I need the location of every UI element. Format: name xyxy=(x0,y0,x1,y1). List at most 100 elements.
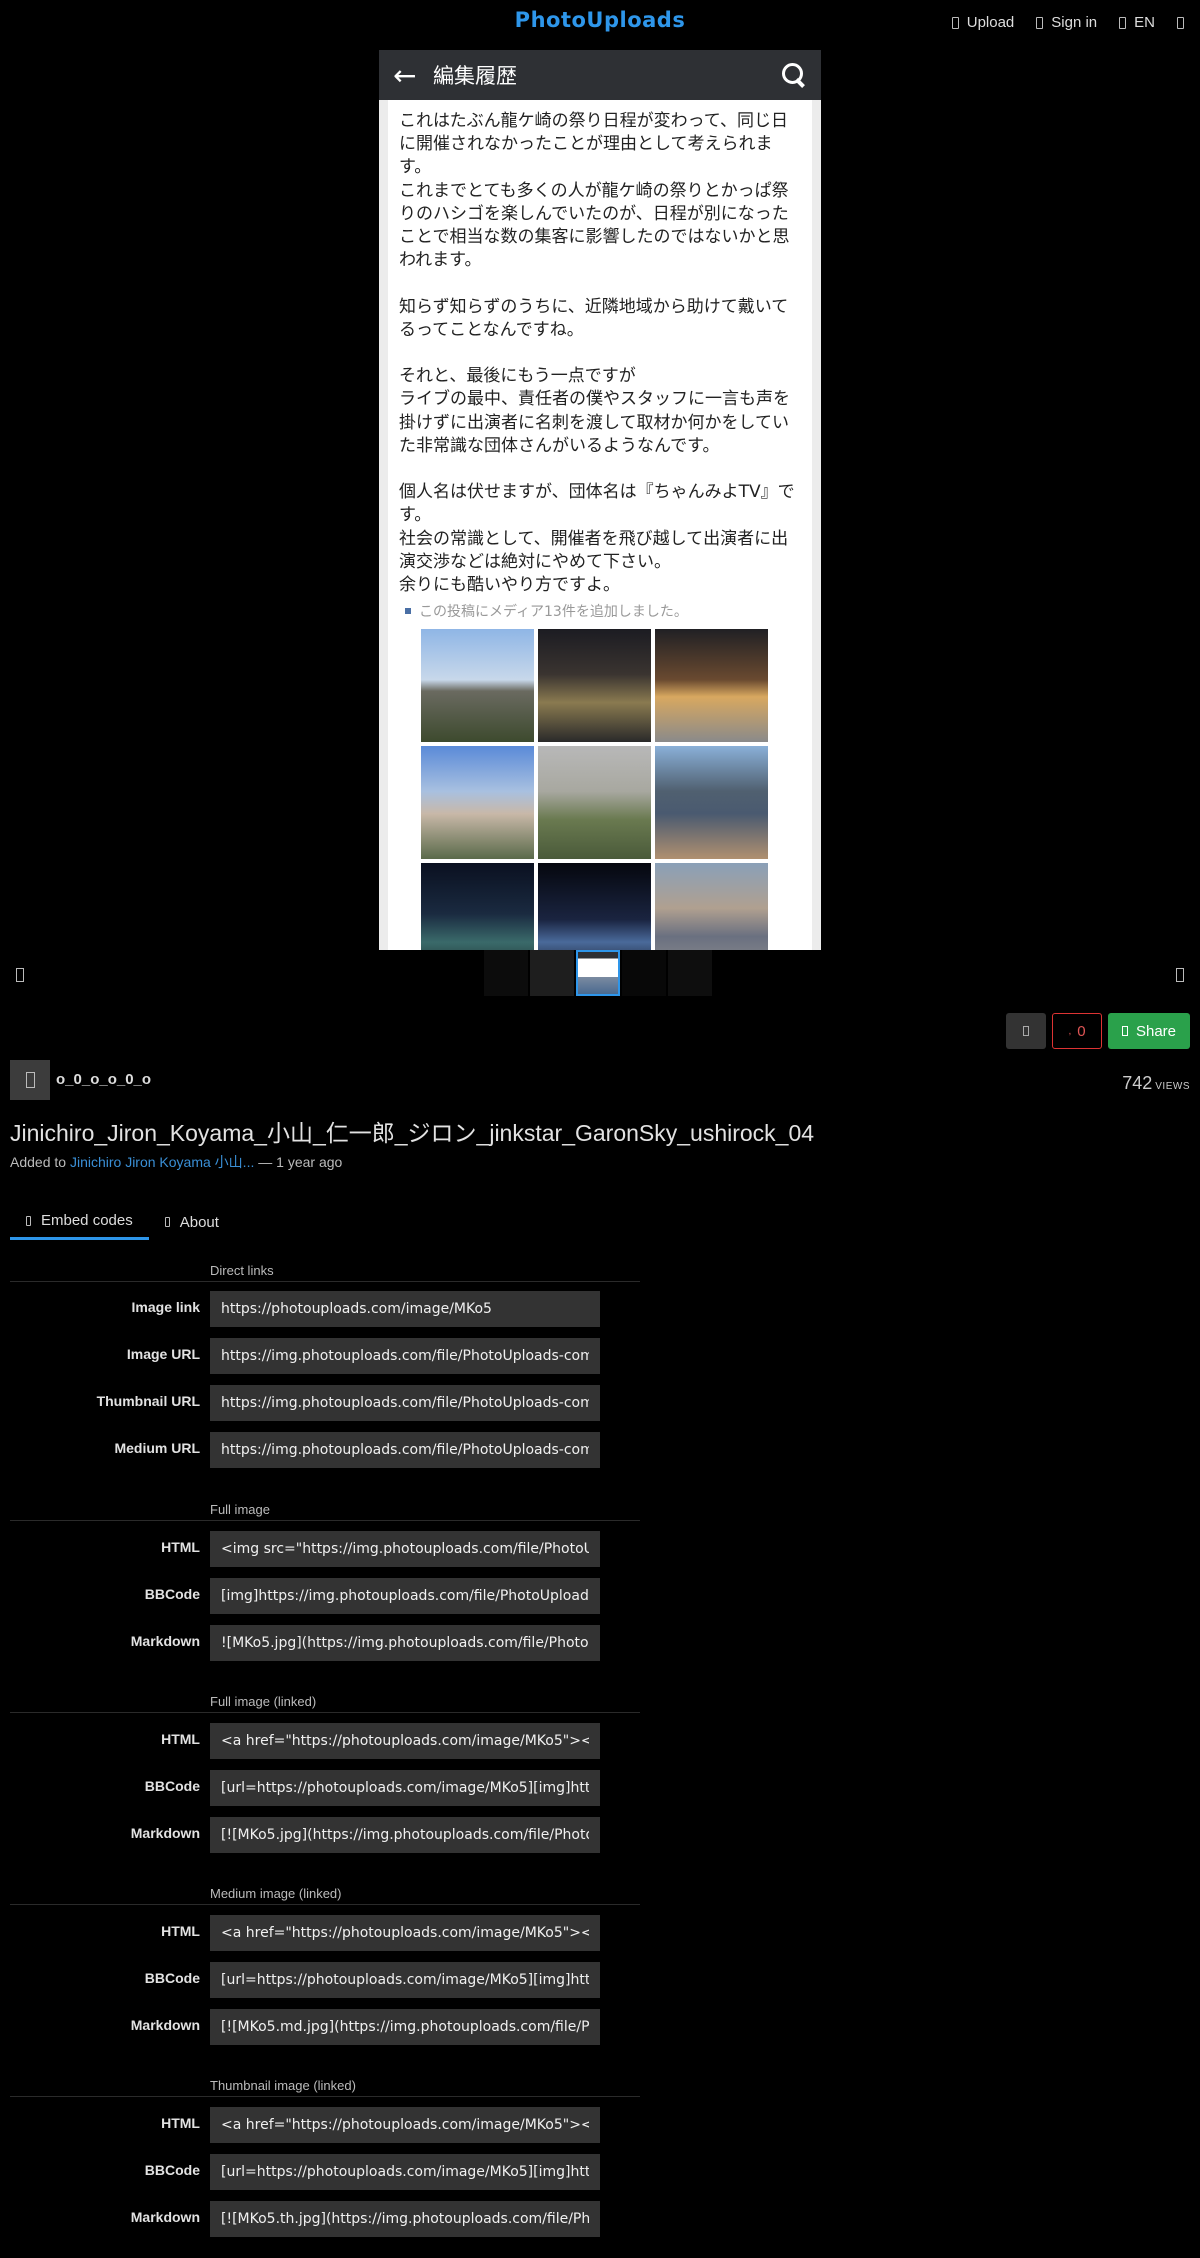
field-label: HTML xyxy=(161,2115,200,2131)
views-label: VIEWS xyxy=(1155,1081,1190,1092)
top-nav: Upload Sign in EN xyxy=(951,14,1184,31)
field-label: Markdown xyxy=(130,1633,200,1649)
divider xyxy=(10,1520,640,1521)
share-button[interactable]: Share xyxy=(1108,1013,1190,1049)
medium-linked-bbcode-input[interactable] xyxy=(210,1962,600,1998)
added-line: Added to Jinichiro Jiron Koyama 小山... — … xyxy=(10,1152,342,1172)
language-selector[interactable]: EN xyxy=(1119,14,1155,31)
medium-linked-html-input[interactable] xyxy=(210,1915,600,1951)
user-icon xyxy=(25,1072,35,1088)
download-icon xyxy=(1023,1026,1029,1036)
image-viewer[interactable]: ← 編集履歴 これはたぶん龍ケ崎の祭り日程が変わって、同じ日に開催されなかったこ… xyxy=(379,50,821,950)
top-bar: PhotoUploads Upload Sign in EN xyxy=(0,0,1200,48)
field-label: HTML xyxy=(161,1539,200,1555)
image-link-input[interactable] xyxy=(210,1291,600,1327)
media-thumb xyxy=(421,746,534,860)
divider xyxy=(10,1712,640,1713)
globe-icon xyxy=(1119,16,1127,29)
sign-in-label: Sign in xyxy=(1051,14,1098,31)
field-label: BBCode xyxy=(144,1778,200,1794)
menu-button[interactable] xyxy=(1177,16,1184,29)
field-row: BBCode xyxy=(10,1578,640,1614)
divider xyxy=(10,2096,640,2097)
media-thumb xyxy=(655,863,768,950)
divider xyxy=(10,1904,640,1905)
thumb-linked-markdown-input[interactable] xyxy=(210,2201,600,2237)
full-linked-html-input[interactable] xyxy=(210,1723,600,1759)
media-thumb xyxy=(655,746,768,860)
field-row: Markdown xyxy=(10,2009,640,2045)
field-row: Image link xyxy=(10,1291,640,1327)
info-icon xyxy=(164,1217,170,1227)
phone-title: 編集履歴 xyxy=(433,64,517,88)
field-row: HTML xyxy=(10,1723,640,1759)
media-thumb xyxy=(655,629,768,743)
like-count: 0 xyxy=(1077,1022,1086,1040)
thumb-linked-html-input[interactable] xyxy=(210,2107,600,2143)
strip-thumb[interactable] xyxy=(484,950,528,996)
field-row: Medium URL xyxy=(10,1432,640,1468)
image-url-input[interactable] xyxy=(210,1338,600,1374)
share-icon xyxy=(1121,1026,1128,1036)
full-linked-markdown-input[interactable] xyxy=(210,1817,600,1853)
media-note-text: この投稿にメディア13件を追加しました。 xyxy=(419,604,688,621)
field-label: HTML xyxy=(161,1731,200,1747)
full-bbcode-input[interactable] xyxy=(210,1578,600,1614)
full-markdown-input[interactable] xyxy=(210,1625,600,1661)
like-button[interactable]: , 0 xyxy=(1052,1013,1102,1049)
full-html-input[interactable] xyxy=(210,1531,600,1567)
bullet-icon xyxy=(405,608,411,615)
medium-url-input[interactable] xyxy=(210,1432,600,1468)
tab-embed-codes[interactable]: Embed codes xyxy=(10,1204,149,1240)
info-tabs: Embed codes About xyxy=(10,1204,235,1240)
tab-embed-codes-label: Embed codes xyxy=(41,1212,133,1229)
field-label: BBCode xyxy=(144,1586,200,1602)
thumbnail-url-input[interactable] xyxy=(210,1385,600,1421)
field-row: BBCode xyxy=(10,2154,640,2190)
field-label: Markdown xyxy=(130,2209,200,2225)
author-name[interactable]: o_0_o_o_0_o xyxy=(56,1071,151,1088)
phone-body: これはたぶん龍ケ崎の祭り日程が変わって、同じ日に開催されなかったことが理由として… xyxy=(379,100,821,950)
field-label: Medium URL xyxy=(114,1440,200,1456)
field-row: Markdown xyxy=(10,2201,640,2237)
field-row: Markdown xyxy=(10,1625,640,1661)
strip-thumb[interactable] xyxy=(622,950,666,996)
field-label: Markdown xyxy=(130,1825,200,1841)
thumb-linked-bbcode-input[interactable] xyxy=(210,2154,600,2190)
post-content: これはたぶん龍ケ崎の祭り日程が変わって、同じ日に開催されなかったことが理由として… xyxy=(388,100,812,950)
group-title: Full image (linked) xyxy=(210,1694,317,1709)
media-thumb xyxy=(421,629,534,743)
download-button[interactable] xyxy=(1006,1013,1046,1049)
media-note: この投稿にメディア13件を追加しました。 xyxy=(405,601,801,621)
field-row: HTML xyxy=(10,1915,640,1951)
strip-thumb[interactable] xyxy=(530,950,574,996)
field-label: Thumbnail URL xyxy=(96,1393,200,1409)
views-number: 742 xyxy=(1122,1073,1153,1093)
avatar[interactable] xyxy=(10,1060,50,1100)
user-icon xyxy=(1036,16,1044,29)
upload-link[interactable]: Upload xyxy=(951,14,1015,31)
prev-image-arrow-icon[interactable] xyxy=(16,968,24,982)
tab-about[interactable]: About xyxy=(149,1204,235,1240)
added-prefix: Added to xyxy=(10,1154,67,1170)
strip-thumb[interactable] xyxy=(668,950,712,996)
tab-about-label: About xyxy=(179,1213,219,1231)
upload-label: Upload xyxy=(966,14,1015,31)
heart-icon: , xyxy=(1068,1025,1072,1037)
back-arrow-icon: ← xyxy=(393,58,417,92)
sign-in-link[interactable]: Sign in xyxy=(1036,14,1097,31)
medium-linked-markdown-input[interactable] xyxy=(210,2009,600,2045)
album-link[interactable]: Jinichiro Jiron Koyama 小山... xyxy=(70,1154,254,1170)
image-actions: , 0 Share xyxy=(1006,1013,1190,1049)
group-title: Thumbnail image (linked) xyxy=(210,2078,356,2093)
media-thumb xyxy=(538,629,651,743)
next-image-arrow-icon[interactable] xyxy=(1176,968,1184,982)
thumbnail-strip xyxy=(484,950,712,998)
field-row: Thumbnail URL xyxy=(10,1385,640,1421)
media-grid xyxy=(421,629,801,950)
group-title: Direct links xyxy=(210,1263,274,1278)
field-row: Image URL xyxy=(10,1338,640,1374)
strip-thumb-active[interactable] xyxy=(576,950,620,996)
added-time: — 1 year ago xyxy=(258,1154,343,1170)
full-linked-bbcode-input[interactable] xyxy=(210,1770,600,1806)
